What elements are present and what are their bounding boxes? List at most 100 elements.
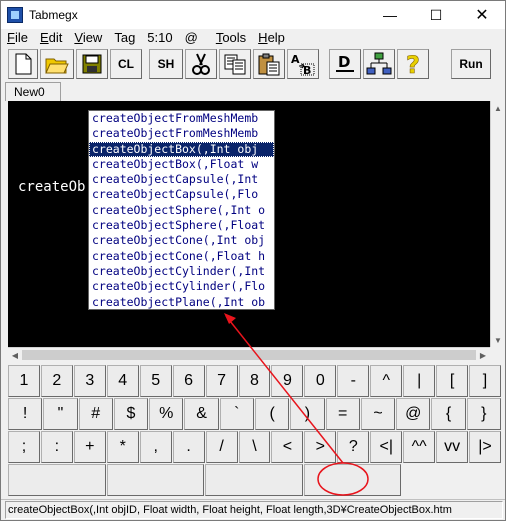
open-folder-button[interactable] bbox=[40, 49, 74, 79]
help-button[interactable]: ? bbox=[397, 49, 429, 79]
keypad-key[interactable]: 3 bbox=[73, 365, 106, 397]
keypad-key[interactable]: | bbox=[403, 365, 436, 397]
autocomplete-item[interactable]: createObjectCylinder(,Flo bbox=[89, 279, 274, 294]
keypad-key[interactable]: % bbox=[149, 398, 184, 430]
keypad-key[interactable]: 5 bbox=[139, 365, 172, 397]
autocomplete-list[interactable]: createObjectFromMeshMemb createObjectFrom… bbox=[88, 110, 275, 310]
keypad-key[interactable]: + bbox=[73, 431, 106, 463]
keypad-key[interactable]: 6 bbox=[172, 365, 205, 397]
keypad-key[interactable]: - bbox=[337, 365, 370, 397]
keypad-key[interactable]: . bbox=[172, 431, 205, 463]
menu-time[interactable]: 5:10 bbox=[141, 29, 178, 47]
sh-button[interactable]: SH bbox=[149, 49, 183, 79]
status-text: createObjectBox(,Int objID, Float width,… bbox=[5, 501, 503, 519]
scroll-up-icon[interactable]: ▲ bbox=[491, 101, 505, 115]
horizontal-scroll-thumb[interactable] bbox=[22, 350, 476, 360]
keypad-key[interactable]: 2 bbox=[40, 365, 73, 397]
tree-button[interactable] bbox=[363, 49, 395, 79]
autocomplete-item[interactable]: createObjectFromMeshMemb bbox=[89, 111, 274, 126]
autocomplete-item[interactable]: createObjectFromMeshMemb bbox=[89, 126, 274, 141]
keypad-key[interactable]: ^ bbox=[370, 365, 403, 397]
keypad-key[interactable]: } bbox=[466, 398, 501, 430]
keypad-key[interactable]: , bbox=[139, 431, 172, 463]
keypad-key[interactable]: 4 bbox=[106, 365, 139, 397]
keypad-key[interactable]: |> bbox=[469, 431, 501, 463]
keypad-key[interactable]: ] bbox=[469, 365, 501, 397]
paste-icon bbox=[258, 53, 280, 76]
menu-edit[interactable]: Edit bbox=[34, 29, 68, 47]
minimize-button[interactable]: — bbox=[367, 1, 413, 29]
autocomplete-item[interactable]: createObjectBox(,Float w bbox=[89, 157, 274, 172]
keypad-key[interactable]: & bbox=[184, 398, 219, 430]
blank-key[interactable] bbox=[205, 464, 303, 496]
define-button[interactable]: D bbox=[329, 49, 361, 79]
keypad-key[interactable]: vv bbox=[436, 431, 469, 463]
new-file-button[interactable] bbox=[8, 49, 38, 79]
vertical-scrollbar[interactable]: ▲ ▼ bbox=[490, 101, 504, 347]
keypad-key[interactable]: 8 bbox=[238, 365, 271, 397]
blank-key[interactable] bbox=[8, 464, 106, 496]
copy-button[interactable] bbox=[219, 49, 251, 79]
keypad-key[interactable]: ( bbox=[255, 398, 290, 430]
menu-tag[interactable]: Tag bbox=[108, 29, 141, 47]
keypad-key[interactable]: " bbox=[43, 398, 78, 430]
horizontal-scrollbar[interactable]: ◀ ▶ bbox=[8, 347, 490, 361]
keypad-key[interactable]: 9 bbox=[271, 365, 304, 397]
keypad-key[interactable]: @ bbox=[396, 398, 431, 430]
keypad-key[interactable]: ^^ bbox=[403, 431, 436, 463]
autocomplete-item[interactable]: createObjectPlane(,Int ob bbox=[89, 295, 274, 309]
autocomplete-item[interactable]: createObjectBox(,Int obj bbox=[89, 141, 274, 157]
keypad-key[interactable]: <| bbox=[370, 431, 403, 463]
save-button[interactable] bbox=[76, 49, 108, 79]
keypad-key[interactable]: : bbox=[40, 431, 73, 463]
menu-file[interactable]: File bbox=[1, 29, 34, 47]
menu-help[interactable]: Help bbox=[252, 29, 291, 47]
close-button[interactable]: ✕ bbox=[459, 1, 505, 29]
keypad-key[interactable]: ~ bbox=[360, 398, 396, 430]
autocomplete-item[interactable]: createObjectCapsule(,Int bbox=[89, 172, 274, 187]
keypad-key[interactable]: ! bbox=[8, 398, 43, 430]
keypad-key[interactable]: < bbox=[271, 431, 304, 463]
keypad-key[interactable]: $ bbox=[113, 398, 149, 430]
keypad-key[interactable]: * bbox=[106, 431, 139, 463]
keypad-key[interactable]: ) bbox=[290, 398, 325, 430]
keypad-key[interactable]: \ bbox=[238, 431, 271, 463]
autocomplete-item[interactable]: createObjectCapsule(,Flo bbox=[89, 187, 274, 202]
autocomplete-item[interactable]: createObjectSphere(,Int o bbox=[89, 203, 274, 218]
paste-button[interactable] bbox=[253, 49, 285, 79]
cut-button[interactable] bbox=[185, 49, 217, 79]
keypad-key[interactable]: 7 bbox=[205, 365, 238, 397]
autocomplete-item[interactable]: createObjectCone(,Float h bbox=[89, 249, 274, 264]
scroll-right-icon[interactable]: ▶ bbox=[476, 348, 490, 362]
blank-key[interactable] bbox=[303, 464, 401, 496]
run-button[interactable]: Run bbox=[451, 49, 491, 79]
tab-new0[interactable]: New0 bbox=[5, 82, 61, 101]
blank-key[interactable] bbox=[106, 464, 204, 496]
keypad-key[interactable]: / bbox=[205, 431, 238, 463]
keypad-key[interactable]: ` bbox=[219, 398, 254, 430]
keypad-key[interactable]: ; bbox=[8, 431, 40, 463]
keypad-key[interactable]: { bbox=[431, 398, 466, 430]
scroll-down-icon[interactable]: ▼ bbox=[491, 333, 505, 347]
keypad-key[interactable]: 0 bbox=[304, 365, 337, 397]
help-icon: ? bbox=[406, 51, 421, 77]
menu-tools[interactable]: Tools bbox=[210, 29, 252, 47]
menu-view[interactable]: View bbox=[68, 29, 108, 47]
editor-text: createOb bbox=[18, 179, 86, 195]
menu-bar: File Edit View Tag 5:10 @ Tools Help bbox=[1, 29, 505, 47]
autocomplete-item[interactable]: createObjectCylinder(,Int bbox=[89, 264, 274, 279]
keypad-key[interactable]: > bbox=[304, 431, 337, 463]
replace-button[interactable]: AB bbox=[287, 49, 319, 79]
cl-button[interactable]: CL bbox=[110, 49, 142, 79]
keypad-key[interactable]: # bbox=[78, 398, 113, 430]
maximize-button[interactable]: ☐ bbox=[413, 1, 459, 29]
scroll-left-icon[interactable]: ◀ bbox=[8, 348, 22, 362]
status-bar: createObjectBox(,Int objID, Float width,… bbox=[1, 499, 505, 520]
menu-at[interactable]: @ bbox=[179, 29, 204, 47]
autocomplete-item[interactable]: createObjectCone(,Int obj bbox=[89, 233, 274, 248]
keypad-key[interactable]: [ bbox=[436, 365, 469, 397]
autocomplete-item[interactable]: createObjectSphere(,Float bbox=[89, 218, 274, 233]
keypad-key[interactable]: = bbox=[325, 398, 360, 430]
keypad-key[interactable]: ? bbox=[337, 431, 370, 463]
keypad-key[interactable]: 1 bbox=[8, 365, 40, 397]
